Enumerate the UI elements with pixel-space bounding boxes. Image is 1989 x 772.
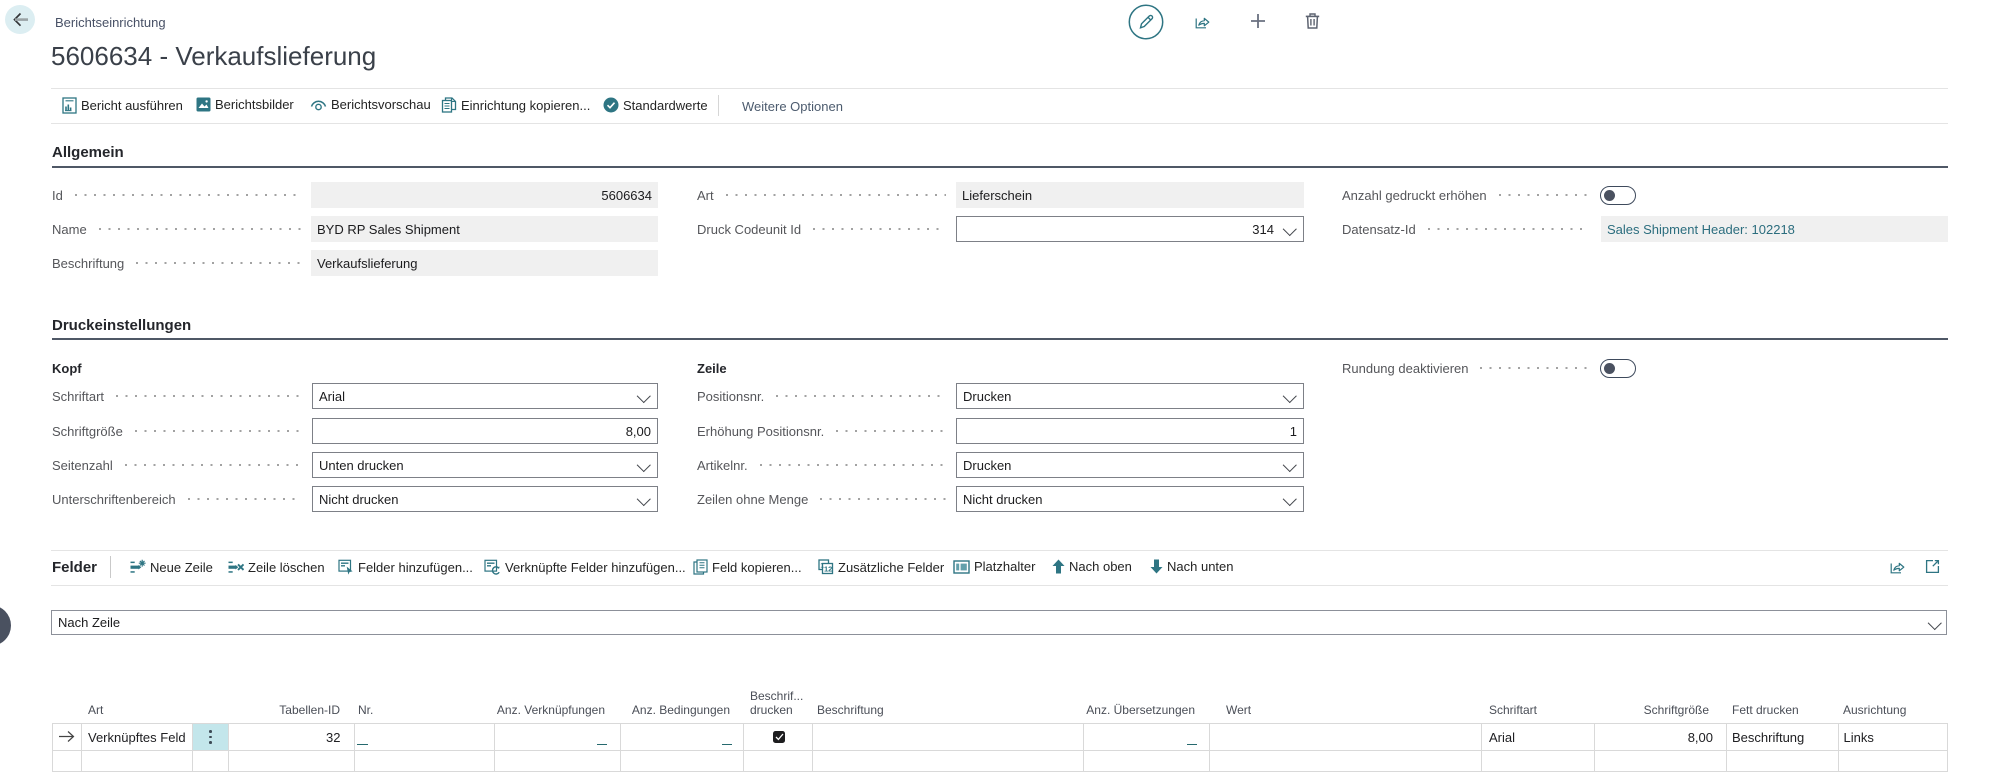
svg-text:1: 1 xyxy=(820,562,824,569)
svg-text:12: 12 xyxy=(824,565,832,574)
